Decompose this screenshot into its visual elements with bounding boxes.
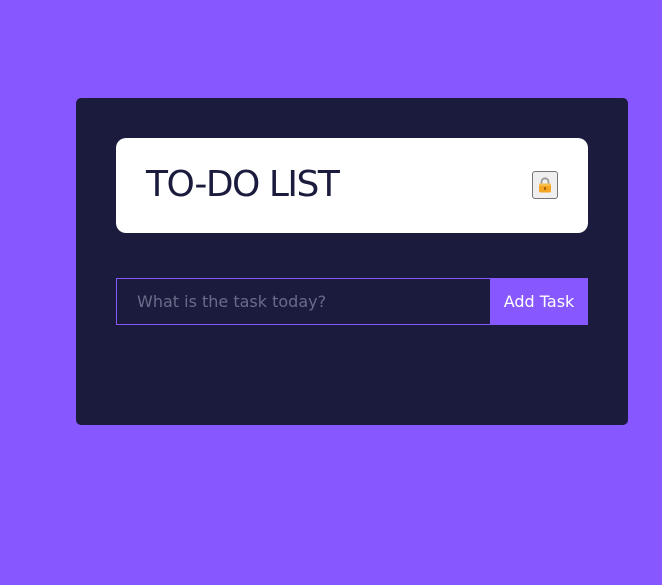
page-title: TO-DO LIST xyxy=(146,164,340,205)
task-input[interactable] xyxy=(116,278,490,325)
lock-icon xyxy=(538,177,552,193)
lock-button[interactable] xyxy=(532,171,558,199)
todo-panel: TO-DO LIST Add Task xyxy=(76,98,628,425)
add-task-form: Add Task xyxy=(116,278,588,325)
header-card: TO-DO LIST xyxy=(116,138,588,233)
add-task-button[interactable]: Add Task xyxy=(490,278,588,325)
